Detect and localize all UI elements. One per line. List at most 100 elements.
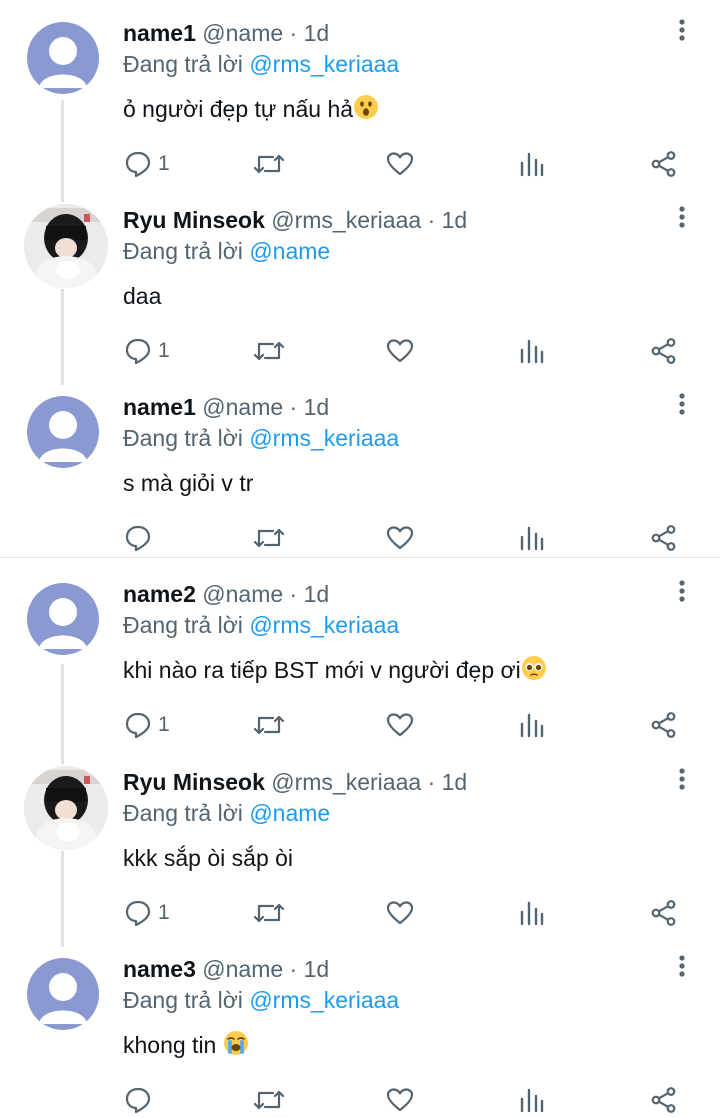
like-button[interactable] — [386, 331, 414, 371]
like-button[interactable] — [386, 1080, 414, 1118]
reply-icon — [124, 711, 152, 739]
mention-link[interactable]: @rms_keriaaa — [249, 612, 399, 638]
default-avatar[interactable] — [27, 22, 99, 94]
more-options-icon[interactable] — [672, 16, 692, 48]
share-button[interactable] — [650, 705, 678, 745]
retweet-icon — [253, 1086, 285, 1114]
reply-item[interactable]: Ryu Minseok @rms_keriaaa · 1d Đang trả l… — [0, 203, 720, 375]
analytics-button[interactable] — [519, 705, 545, 745]
retweet-button[interactable] — [253, 518, 285, 558]
display-name[interactable]: name3 — [123, 956, 196, 982]
username-handle[interactable]: @name — [202, 20, 283, 46]
share-button[interactable] — [650, 518, 678, 558]
mention-link[interactable]: @rms_keriaaa — [249, 987, 399, 1013]
replying-to-label: Đang trả lời — [123, 987, 243, 1013]
reply-count: 1 — [158, 152, 170, 175]
default-avatar[interactable] — [27, 583, 99, 655]
more-options-icon[interactable] — [672, 952, 692, 984]
reply-item[interactable]: Ryu Minseok @rms_keriaaa · 1d Đang trả l… — [0, 765, 720, 937]
more-options-icon[interactable] — [672, 577, 692, 609]
replying-to-label: Đang trả lời — [123, 238, 243, 264]
mention-link[interactable]: @name — [249, 800, 330, 826]
display-name[interactable]: Ryu Minseok — [123, 207, 265, 233]
share-button[interactable] — [650, 1080, 678, 1118]
username-handle[interactable]: @name — [202, 394, 283, 420]
separator-dot: · — [427, 769, 436, 795]
reply-item[interactable]: name2 @name · 1d Đang trả lời @rms_keria… — [0, 579, 720, 749]
replying-to-label: Đang trả lời — [123, 51, 243, 77]
conversation-divider — [0, 557, 720, 558]
timestamp[interactable]: 1d — [442, 769, 468, 795]
more-options-icon[interactable] — [672, 203, 692, 235]
mention-link[interactable]: @name — [249, 238, 330, 264]
share-button[interactable] — [650, 893, 678, 933]
heart-icon — [386, 711, 414, 739]
reply-icon — [124, 1086, 152, 1114]
like-button[interactable] — [386, 144, 414, 184]
share-icon — [650, 337, 678, 365]
more-options-icon[interactable] — [672, 765, 692, 797]
display-name[interactable]: name1 — [123, 20, 196, 46]
reply-button[interactable]: 1 — [124, 705, 170, 745]
replying-to-label: Đang trả lời — [123, 425, 243, 451]
retweet-button[interactable] — [253, 331, 285, 371]
action-bar: 1 — [0, 144, 720, 184]
share-icon — [650, 150, 678, 178]
mention-link[interactable]: @rms_keriaaa — [249, 51, 399, 77]
more-options-icon[interactable] — [672, 390, 692, 422]
retweet-icon — [253, 899, 285, 927]
retweet-icon — [253, 150, 285, 178]
default-avatar[interactable] — [27, 396, 99, 468]
like-button[interactable] — [386, 705, 414, 745]
analytics-icon — [519, 524, 545, 552]
reply-button[interactable]: 1 — [124, 144, 170, 184]
retweet-button[interactable] — [253, 893, 285, 933]
analytics-button[interactable] — [519, 1080, 545, 1118]
analytics-button[interactable] — [519, 518, 545, 558]
like-button[interactable] — [386, 893, 414, 933]
share-button[interactable] — [650, 144, 678, 184]
analytics-icon — [519, 150, 545, 178]
mention-link[interactable]: @rms_keriaaa — [249, 425, 399, 451]
username-handle[interactable]: @rms_keriaaa — [271, 769, 421, 795]
retweet-icon — [253, 711, 285, 739]
timestamp[interactable]: 1d — [304, 581, 330, 607]
analytics-button[interactable] — [519, 331, 545, 371]
separator-dot: · — [427, 207, 436, 233]
heart-icon — [386, 899, 414, 927]
timestamp[interactable]: 1d — [304, 20, 330, 46]
timestamp[interactable]: 1d — [304, 956, 330, 982]
username-handle[interactable]: @name — [202, 956, 283, 982]
reply-item[interactable]: name1 @name · 1d Đang trả lời @rms_keria… — [0, 392, 720, 557]
reply-item[interactable]: name3 @name · 1d Đang trả lời @rms_keria… — [0, 954, 720, 1117]
reply-count: 1 — [158, 713, 170, 736]
timestamp[interactable]: 1d — [304, 394, 330, 420]
tweet-text: ỏ người đẹp tự nấu hả — [123, 96, 354, 122]
retweet-button[interactable] — [253, 144, 285, 184]
display-name[interactable]: Ryu Minseok — [123, 769, 265, 795]
analytics-button[interactable] — [519, 144, 545, 184]
reply-button[interactable]: 1 — [124, 331, 170, 371]
profile-photo-avatar[interactable] — [24, 204, 108, 288]
username-handle[interactable]: @rms_keriaaa — [271, 207, 421, 233]
like-button[interactable] — [386, 518, 414, 558]
reply-icon — [124, 150, 152, 178]
tweet-text: kkk sắp òi sắp òi — [123, 845, 294, 871]
username-handle[interactable]: @name — [202, 581, 283, 607]
display-name[interactable]: name2 — [123, 581, 196, 607]
retweet-button[interactable] — [253, 1080, 285, 1118]
reply-button[interactable]: 1 — [124, 893, 170, 933]
timestamp[interactable]: 1d — [442, 207, 468, 233]
default-avatar[interactable] — [27, 958, 99, 1030]
retweet-button[interactable] — [253, 705, 285, 745]
tweet-text: khi nào ra tiếp BST mới v người đẹp ơi — [123, 657, 521, 683]
profile-photo-avatar[interactable] — [24, 766, 108, 850]
display-name[interactable]: name1 — [123, 394, 196, 420]
reply-item[interactable]: name1 @name · 1d Đang trả lời @rms_keria… — [0, 18, 720, 188]
share-button[interactable] — [650, 331, 678, 371]
tweet-text: khong tin — [123, 1032, 217, 1058]
reply-button[interactable] — [124, 518, 158, 558]
analytics-button[interactable] — [519, 893, 545, 933]
reply-button[interactable] — [124, 1080, 158, 1118]
heart-icon — [386, 337, 414, 365]
